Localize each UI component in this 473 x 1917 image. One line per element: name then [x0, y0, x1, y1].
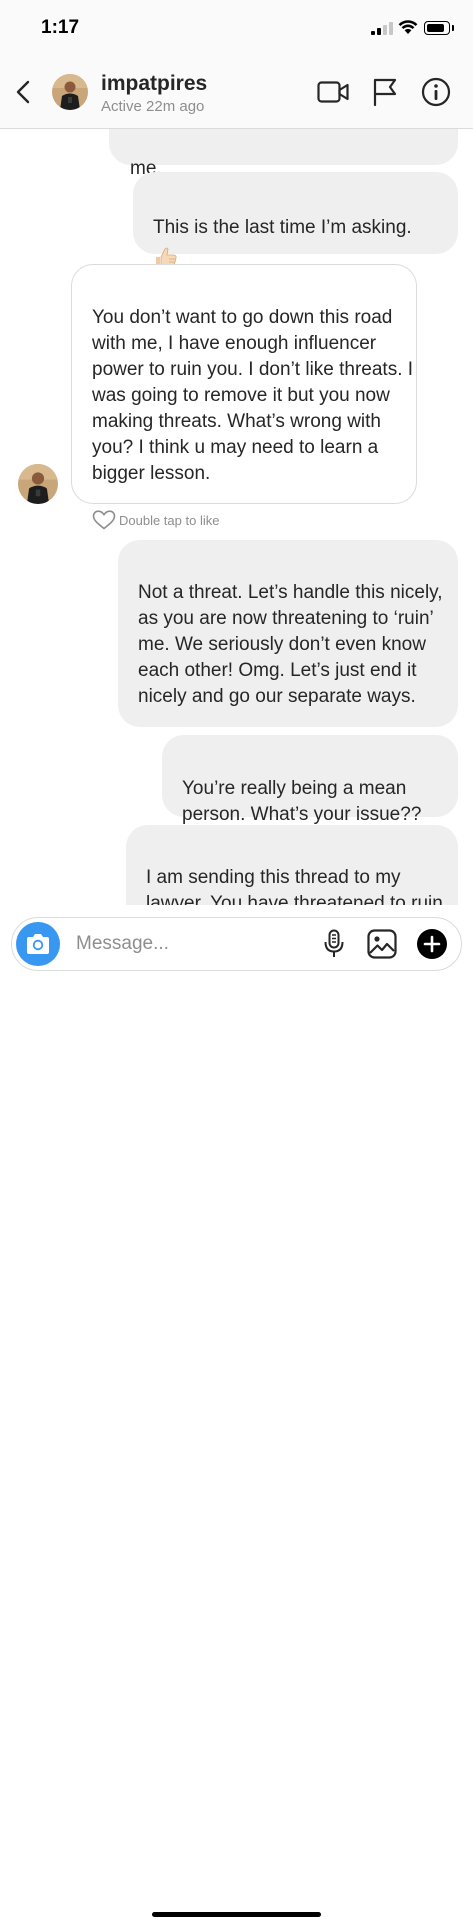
profile-photo [52, 74, 88, 110]
info-icon [421, 77, 451, 107]
header-avatar[interactable] [52, 74, 88, 110]
message-bubble-outgoing[interactable]: This is the last time I’m asking. [133, 172, 458, 269]
battery-icon [424, 21, 450, 35]
active-status: Active 22m ago [101, 98, 205, 115]
message-thread[interactable]: me. This is the last time I’m asking. Yo… [0, 129, 473, 905]
wifi-icon [398, 20, 418, 34]
message-bubble-incoming[interactable]: You don’t want to go down this road with… [71, 264, 417, 504]
voice-message-button[interactable] [318, 928, 350, 960]
message-text: You’re really being a mean person. What’… [182, 778, 422, 825]
status-bar: 1:17 [0, 0, 473, 56]
message-input[interactable] [76, 930, 306, 958]
cellular-signal-icon [371, 22, 393, 35]
plus-circle-icon [417, 929, 447, 959]
video-camera-icon [317, 81, 349, 103]
message-text: I am sending this thread to my lawyer. Y… [146, 867, 443, 905]
like-hint[interactable]: Double tap to like [92, 510, 219, 530]
double-tap-hint: Double tap to like [119, 512, 220, 528]
back-button[interactable] [10, 76, 36, 108]
microphone-icon [324, 929, 344, 957]
message-box [11, 917, 462, 971]
chat-header: impatpires Active 22m ago [0, 56, 473, 129]
composer-bar [0, 905, 473, 1917]
camera-icon [27, 934, 49, 954]
sender-avatar[interactable] [18, 464, 58, 504]
image-icon [367, 929, 397, 959]
message-text: This is the last time I’m asking. [153, 217, 412, 238]
chevron-left-icon [16, 80, 30, 104]
details-button[interactable] [419, 76, 453, 108]
flag-icon [373, 78, 397, 106]
message-text: Not a threat. Let’s handle this nicely, … [138, 582, 443, 707]
heart-icon [92, 510, 116, 530]
username[interactable]: impatpires [101, 72, 207, 96]
gallery-button[interactable] [366, 928, 398, 960]
report-button[interactable] [368, 76, 402, 108]
message-bubble-outgoing[interactable]: Not a threat. Let’s handle this nicely, … [118, 540, 458, 727]
more-options-button[interactable] [416, 928, 448, 960]
message-bubble-outgoing[interactable]: I am sending this thread to my lawyer. Y… [126, 825, 458, 905]
message-text: You don’t want to go down this road with… [92, 307, 414, 484]
status-time: 1:17 [41, 17, 80, 38]
video-call-button[interactable] [316, 76, 350, 108]
profile-photo [18, 464, 58, 504]
message-bubble-outgoing[interactable]: You’re really being a mean person. What’… [162, 735, 458, 825]
message-bubble-outgoing[interactable]: me. [109, 129, 458, 179]
camera-button[interactable] [16, 922, 60, 966]
home-indicator [152, 1912, 321, 1917]
